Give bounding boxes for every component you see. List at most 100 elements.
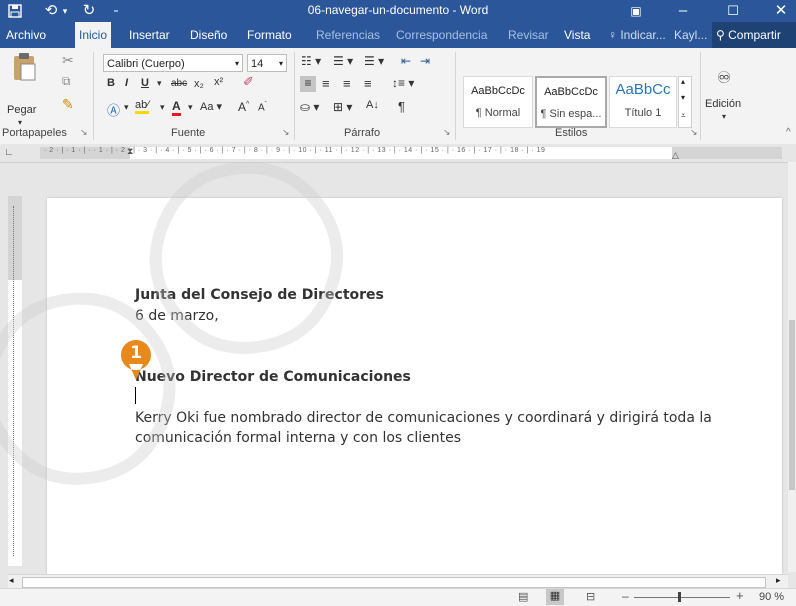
- tab-formato[interactable]: Formato: [243, 22, 296, 48]
- style-titulo-1[interactable]: AaBbCc Título 1: [609, 76, 677, 128]
- right-indent-marker-icon[interactable]: △: [672, 150, 679, 161]
- collapse-ribbon-icon[interactable]: ^: [786, 127, 791, 138]
- clear-formatting-icon[interactable]: ✐: [243, 74, 254, 90]
- font-size-select[interactable]: 14 ▾: [247, 54, 287, 72]
- clipboard-launcher-icon[interactable]: ↘: [80, 127, 88, 138]
- font-name-select[interactable]: Calibri (Cuerpo) ▾: [103, 54, 243, 72]
- strikethrough-icon[interactable]: abc: [171, 78, 187, 89]
- grow-font-icon[interactable]: A^: [238, 100, 249, 114]
- paste-button[interactable]: Pegar: [7, 104, 36, 116]
- more-styles-icon[interactable]: ⩡: [681, 111, 686, 121]
- zoom-slider-thumb[interactable]: [678, 592, 681, 602]
- horizontal-scrollbar[interactable]: ◂ ▸: [8, 574, 788, 589]
- line-spacing-icon[interactable]: ↕≡ ▾: [392, 76, 414, 90]
- superscript-icon[interactable]: x²: [214, 76, 223, 88]
- tab-insertar[interactable]: Insertar: [125, 22, 174, 48]
- chevron-down-icon[interactable]: ▾: [160, 102, 165, 113]
- style-sin-espaciado[interactable]: AaBbCcDc ¶ Sin espa...: [535, 76, 607, 128]
- vertical-scrollbar[interactable]: [788, 162, 796, 572]
- change-case-icon[interactable]: Aa ▾: [200, 100, 222, 113]
- sort-icon[interactable]: A↓: [366, 99, 379, 111]
- align-center-icon[interactable]: ≡: [322, 76, 330, 91]
- chevron-up-icon[interactable]: ▴: [681, 77, 685, 86]
- minimize-icon[interactable]: –: [672, 1, 694, 21]
- editing-button[interactable]: Edición: [705, 98, 741, 110]
- format-painter-icon[interactable]: ✎: [62, 96, 74, 113]
- paste-icon[interactable]: [10, 52, 38, 82]
- print-layout-icon[interactable]: ▦: [546, 589, 564, 605]
- bold-icon[interactable]: B: [107, 77, 115, 89]
- chevron-down-icon[interactable]: ▾: [157, 78, 162, 89]
- doc-heading[interactable]: Nuevo Director de Comunicaciones: [135, 369, 411, 385]
- scroll-left-icon[interactable]: ◂: [9, 575, 14, 586]
- indent-marker-icon[interactable]: ⧗: [127, 146, 133, 157]
- shading-icon[interactable]: ⛀ ▾: [300, 100, 319, 114]
- document-page[interactable]: Junta del Consejo de Directores 6 de mar…: [47, 198, 782, 574]
- bullets-icon[interactable]: ☷ ▾: [301, 54, 321, 68]
- align-right-icon[interactable]: ≡: [343, 76, 351, 91]
- increase-indent-icon[interactable]: ⇥: [420, 54, 430, 68]
- chevron-down-icon[interactable]: ▾: [188, 102, 193, 113]
- user-account[interactable]: Kayl...: [670, 22, 711, 48]
- web-layout-icon[interactable]: ⊟: [586, 590, 595, 603]
- tab-inicio[interactable]: Inicio: [75, 22, 112, 48]
- tab-vista[interactable]: Vista: [560, 22, 594, 48]
- person-icon: ⚲: [716, 28, 725, 42]
- tab-selector-icon[interactable]: ∟: [4, 147, 14, 158]
- ribbon-display-options-icon[interactable]: ▣: [625, 1, 647, 21]
- tab-diseno[interactable]: Diseño: [186, 22, 231, 48]
- paragraph-launcher-icon[interactable]: ↘: [443, 127, 451, 138]
- vertical-scroll-thumb[interactable]: [789, 320, 795, 490]
- scroll-right-icon[interactable]: ▸: [776, 575, 781, 586]
- paste-dropdown-icon[interactable]: ▾: [18, 118, 22, 127]
- horizontal-ruler[interactable]: ∟ · 2 · | · 1 · | · · 1 · | · 2 · | · 3 …: [0, 144, 796, 163]
- read-mode-icon[interactable]: ▤: [518, 590, 528, 603]
- justify-icon[interactable]: ≡: [364, 76, 372, 91]
- chevron-down-icon[interactable]: ▾: [722, 112, 726, 121]
- vertical-ruler[interactable]: [8, 196, 22, 566]
- align-left-icon[interactable]: ≡: [300, 76, 316, 92]
- text-effects-icon[interactable]: Ⓐ: [107, 100, 120, 119]
- tab-revisar[interactable]: Revisar: [504, 22, 553, 48]
- doc-line-date[interactable]: 6 de marzo,: [135, 308, 219, 324]
- highlight-icon[interactable]: ab⁄: [135, 99, 150, 114]
- zoom-in-icon[interactable]: +: [736, 588, 744, 603]
- underline-icon[interactable]: U: [141, 77, 149, 89]
- chevron-down-icon: ▾: [234, 59, 239, 68]
- tab-referencias[interactable]: Referencias: [312, 22, 384, 48]
- font-color-icon[interactable]: A: [172, 99, 181, 116]
- decrease-indent-icon[interactable]: ⇤: [401, 54, 411, 68]
- chevron-down-icon[interactable]: ▾: [681, 93, 685, 102]
- maximize-icon[interactable]: ☐: [722, 1, 744, 21]
- styles-launcher-icon[interactable]: ↘: [690, 127, 698, 138]
- cut-icon[interactable]: ✂: [62, 52, 74, 69]
- tab-archivo[interactable]: Archivo: [2, 22, 50, 48]
- show-formatting-icon[interactable]: ¶: [398, 99, 405, 114]
- group-label-estilos: Estilos: [555, 127, 588, 139]
- multilevel-list-icon[interactable]: ☰ ▾: [364, 54, 384, 68]
- binoculars-icon[interactable]: ♾: [717, 68, 731, 88]
- shrink-font-icon[interactable]: Aˇ: [258, 102, 267, 113]
- ruler-margin-right: [672, 147, 782, 159]
- style-normal[interactable]: AaBbCcDc ¶ Normal: [463, 76, 533, 128]
- styles-scroll[interactable]: ▴ ▾ ⩡: [678, 76, 692, 128]
- font-launcher-icon[interactable]: ↘: [282, 127, 290, 138]
- subscript-icon[interactable]: x₂: [194, 78, 204, 90]
- copy-icon[interactable]: ⧉: [62, 74, 71, 89]
- borders-icon[interactable]: ⊞ ▾: [333, 100, 352, 114]
- italic-icon[interactable]: I: [125, 77, 128, 89]
- zoom-slider[interactable]: [634, 597, 730, 598]
- doc-paragraph-line2[interactable]: comunicación formal interna y con los cl…: [135, 430, 461, 446]
- doc-paragraph-line1[interactable]: Kerry Oki fue nombrado director de comun…: [135, 410, 712, 426]
- lightbulb-icon: ♀: [608, 28, 617, 42]
- tab-correspondencia[interactable]: Correspondencia: [392, 22, 491, 48]
- numbering-icon[interactable]: ☰ ▾: [333, 54, 353, 68]
- zoom-out-icon[interactable]: –: [622, 589, 629, 603]
- doc-line-title[interactable]: Junta del Consejo de Directores: [135, 287, 384, 303]
- zoom-level[interactable]: 90 %: [759, 591, 784, 603]
- horizontal-scroll-thumb[interactable]: [22, 577, 766, 588]
- tell-me-box[interactable]: ♀ Indicar...: [604, 22, 670, 48]
- chevron-down-icon[interactable]: ▾: [124, 102, 129, 113]
- close-icon[interactable]: ✕: [770, 1, 792, 21]
- share-button[interactable]: ⚲ Compartir: [712, 22, 796, 48]
